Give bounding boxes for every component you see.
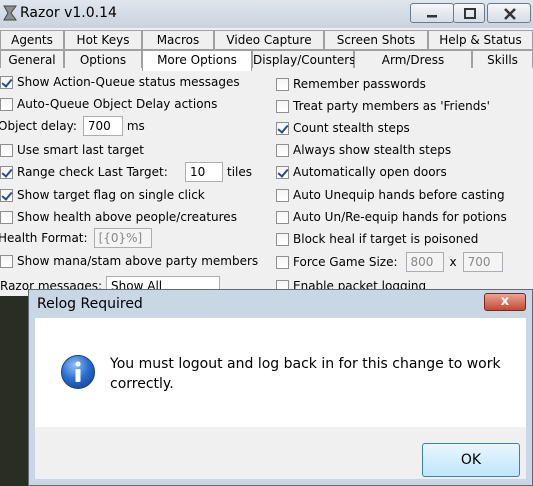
object-delay-row: Object delay: 700 ms bbox=[0, 116, 145, 136]
relog-required-dialog: Relog Required x You must logout and log… bbox=[28, 289, 533, 486]
dialog-close-button[interactable]: x bbox=[484, 293, 526, 311]
razor-logo-icon bbox=[3, 5, 17, 21]
checkbox-label: Automatically open doors bbox=[293, 165, 447, 179]
object-delay-label: Object delay: bbox=[0, 119, 77, 133]
checkbox-box[interactable] bbox=[0, 75, 13, 89]
checkbox-label: Show mana/stam above party members bbox=[17, 254, 259, 268]
tab-display-counters[interactable]: Display/Counters bbox=[252, 50, 355, 70]
show-health-checkbox[interactable]: Show health above people/creatures bbox=[0, 207, 237, 227]
range-check-checkbox[interactable] bbox=[0, 165, 13, 179]
checkbox-box[interactable] bbox=[276, 210, 289, 224]
minimize-button[interactable] bbox=[410, 3, 454, 23]
checkbox-box[interactable] bbox=[276, 77, 289, 91]
health-format-row: Health Format: [{0}%] bbox=[0, 228, 152, 248]
smart-last-target-checkbox[interactable]: Use smart last target bbox=[0, 140, 144, 160]
restore-button[interactable] bbox=[453, 3, 485, 23]
tab-help-status[interactable]: Help & Status bbox=[428, 30, 533, 50]
tab-screen-shots[interactable]: Screen Shots bbox=[324, 30, 428, 50]
health-format-input[interactable]: [{0}%] bbox=[93, 228, 152, 248]
block-heal-checkbox[interactable]: Block heal if target is poisoned bbox=[276, 229, 478, 249]
checkbox-box[interactable] bbox=[276, 121, 289, 135]
checkbox-box[interactable] bbox=[276, 143, 289, 157]
health-format-label: Health Format: bbox=[0, 231, 88, 245]
minimize-icon bbox=[427, 15, 437, 18]
range-check-row: Range check Last Target: 10 tiles bbox=[0, 162, 252, 182]
checkbox-label: Treat party members as 'Friends' bbox=[293, 99, 490, 113]
show-queue-status-checkbox[interactable]: Show Action-Queue status messages bbox=[0, 72, 240, 92]
target-flag-checkbox[interactable]: Show target flag on single click bbox=[0, 185, 205, 205]
auto-reequip-checkbox[interactable]: Auto Un/Re-equip hands for potions bbox=[276, 207, 507, 227]
tab-row-2: General Options More Options Display/Cou… bbox=[0, 50, 533, 71]
close-icon: x bbox=[500, 294, 510, 309]
always-stealth-checkbox[interactable]: Always show stealth steps bbox=[276, 140, 451, 160]
checkbox-label: Count stealth steps bbox=[293, 121, 410, 135]
checkbox-box[interactable] bbox=[0, 254, 13, 268]
force-size-separator: x bbox=[449, 255, 457, 269]
close-icon bbox=[504, 8, 516, 20]
checkbox-box[interactable] bbox=[0, 143, 13, 157]
more-options-panel: Show Action-Queue status messages Auto-Q… bbox=[0, 68, 533, 296]
close-button[interactable] bbox=[487, 3, 531, 23]
dialog-title: Relog Required bbox=[37, 296, 143, 312]
checkbox-label: Use smart last target bbox=[17, 143, 144, 157]
checkbox-label: Always show stealth steps bbox=[293, 143, 452, 157]
window-title: Razor v1.0.14 bbox=[20, 5, 117, 21]
tab-general[interactable]: General bbox=[0, 50, 64, 70]
tab-hot-keys[interactable]: Hot Keys bbox=[64, 30, 142, 50]
force-height-input[interactable]: 700 bbox=[462, 252, 503, 272]
checkbox-box[interactable] bbox=[0, 210, 13, 224]
checkbox-box[interactable] bbox=[0, 97, 13, 111]
range-check-unit: tiles bbox=[227, 165, 253, 179]
auto-unequip-checkbox[interactable]: Auto Unequip hands before casting bbox=[276, 185, 505, 205]
force-width-input[interactable]: 800 bbox=[405, 252, 444, 272]
tab-more-options[interactable]: More Options bbox=[142, 50, 252, 71]
object-delay-input[interactable]: 700 bbox=[82, 116, 123, 136]
restore-icon bbox=[464, 8, 476, 19]
checkbox-label: Auto Un/Re-equip hands for potions bbox=[293, 210, 507, 224]
checkbox-label: Block heal if target is poisoned bbox=[293, 232, 479, 246]
checkbox-box[interactable] bbox=[276, 99, 289, 113]
title-bar: Razor v1.0.14 bbox=[0, 0, 533, 28]
tab-skills[interactable]: Skills bbox=[472, 50, 533, 70]
force-size-label: Force Game Size: bbox=[293, 255, 398, 269]
tab-row-1: Agents Hot Keys Macros Video Capture Scr… bbox=[0, 30, 533, 50]
checkbox-label: Auto-Queue Object Delay actions bbox=[17, 97, 218, 111]
object-delay-unit: ms bbox=[126, 119, 145, 133]
tab-arm-dress[interactable]: Arm/Dress bbox=[354, 50, 472, 70]
dialog-body: You must logout and log back in for this… bbox=[35, 318, 526, 427]
checkbox-label: Remember passwords bbox=[293, 77, 426, 91]
tab-options[interactable]: Options bbox=[64, 50, 142, 70]
auto-queue-delay-checkbox[interactable]: Auto-Queue Object Delay actions bbox=[0, 94, 217, 114]
party-friends-checkbox[interactable]: Treat party members as 'Friends' bbox=[276, 96, 490, 116]
range-check-input[interactable]: 10 bbox=[185, 162, 223, 182]
checkbox-box[interactable] bbox=[276, 188, 289, 202]
checkbox-box[interactable] bbox=[0, 188, 13, 202]
remember-passwords-checkbox[interactable]: Remember passwords bbox=[276, 74, 426, 94]
count-stealth-checkbox[interactable]: Count stealth steps bbox=[276, 118, 410, 138]
force-size-checkbox[interactable] bbox=[276, 255, 289, 269]
force-size-row: Force Game Size: 800 x 700 bbox=[276, 252, 503, 272]
info-icon bbox=[61, 355, 95, 389]
checkbox-label: Show health above people/creatures bbox=[17, 210, 237, 224]
open-doors-checkbox[interactable]: Automatically open doors bbox=[276, 162, 447, 182]
checkbox-box[interactable] bbox=[276, 232, 289, 246]
checkbox-label: Auto Unequip hands before casting bbox=[293, 188, 505, 202]
tab-agents[interactable]: Agents bbox=[0, 30, 64, 50]
checkbox-label: Show Action-Queue status messages bbox=[17, 75, 240, 89]
ok-button[interactable]: OK bbox=[422, 443, 520, 477]
tab-video-capture[interactable]: Video Capture bbox=[214, 30, 324, 50]
dialog-footer: OK bbox=[35, 427, 526, 479]
checkbox-label: Show target flag on single click bbox=[17, 188, 205, 202]
mana-stam-checkbox[interactable]: Show mana/stam above party members bbox=[0, 251, 258, 271]
checkbox-box[interactable] bbox=[276, 165, 289, 179]
range-check-label: Range check Last Target: bbox=[17, 165, 168, 179]
ok-button-label: OK bbox=[460, 452, 482, 468]
tab-macros[interactable]: Macros bbox=[142, 30, 214, 50]
dialog-message: You must logout and log back in for this… bbox=[110, 356, 501, 392]
